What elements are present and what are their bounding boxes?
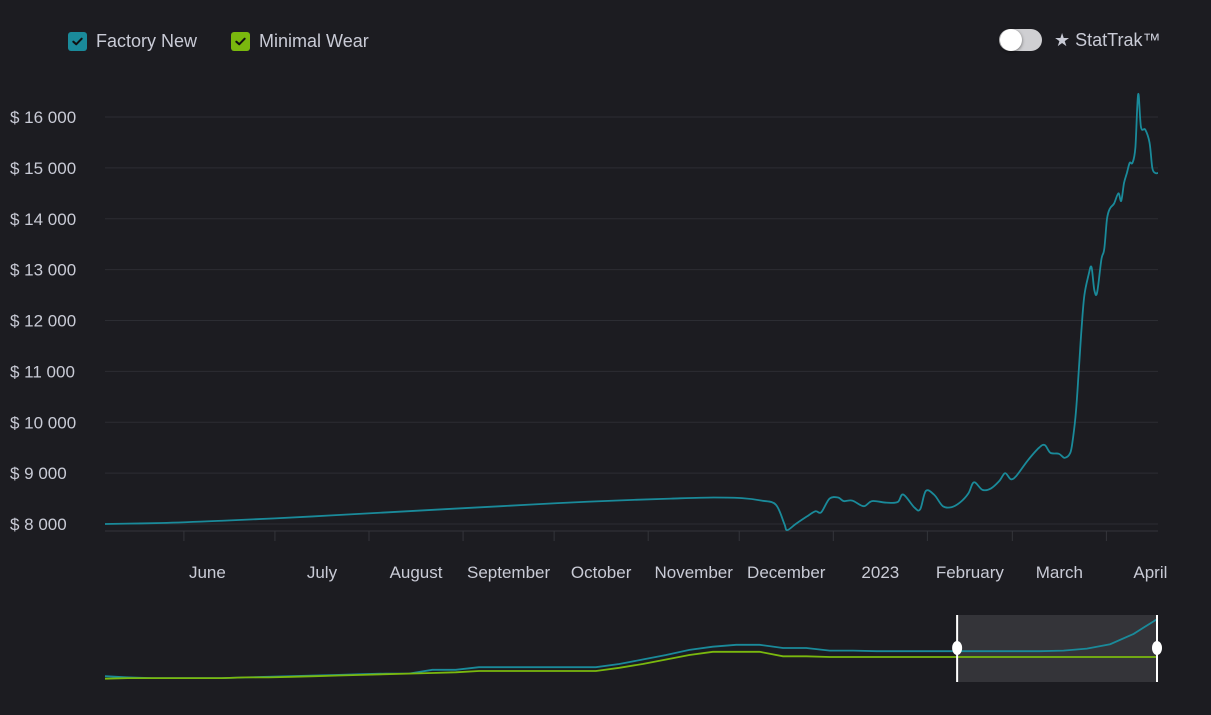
- navigator-selection[interactable]: [957, 615, 1157, 682]
- y-tick-label: $ 16 000: [10, 108, 76, 127]
- x-tick-label: March: [1036, 563, 1083, 582]
- series-line-factory-new: [104, 93, 1159, 532]
- y-tick-label: $ 8 000: [10, 515, 67, 534]
- x-tick-label: December: [747, 563, 826, 582]
- series-lines: [104, 93, 1159, 532]
- y-tick-label: $ 10 000: [10, 413, 76, 432]
- grid-lines: [105, 116, 1158, 525]
- y-axis: $ 16 000 $ 15 000 $ 14 000 $ 13 000 $ 12 000…: [10, 108, 76, 534]
- x-tick-label: August: [390, 563, 443, 582]
- y-tick-label: $ 12 000: [10, 312, 76, 331]
- y-tick-label: $ 14 000: [10, 210, 76, 229]
- x-tick-label: 2023: [861, 563, 899, 582]
- y-tick-label: $ 11 000: [10, 362, 75, 381]
- x-tick-label: February: [936, 563, 1005, 582]
- y-tick-label: $ 13 000: [10, 261, 76, 280]
- y-tick-label: $ 15 000: [10, 159, 76, 178]
- x-tick-label: November: [654, 563, 733, 582]
- x-tick-label: July: [307, 563, 338, 582]
- navigator-right-handle[interactable]: [1152, 641, 1162, 655]
- x-axis: June July August September October November De…: [105, 530, 1167, 582]
- navigator: [104, 615, 1162, 682]
- x-tick-label: September: [467, 563, 550, 582]
- price-chart: $ 16 000 $ 15 000 $ 14 000 $ 13 000 $ 12 000…: [10, 93, 1167, 682]
- y-tick-label: $ 9 000: [10, 464, 67, 483]
- navigator-left-handle[interactable]: [952, 641, 963, 655]
- x-tick-label: June: [189, 563, 226, 582]
- x-tick-label: April: [1133, 563, 1167, 582]
- x-tick-label: October: [571, 563, 632, 582]
